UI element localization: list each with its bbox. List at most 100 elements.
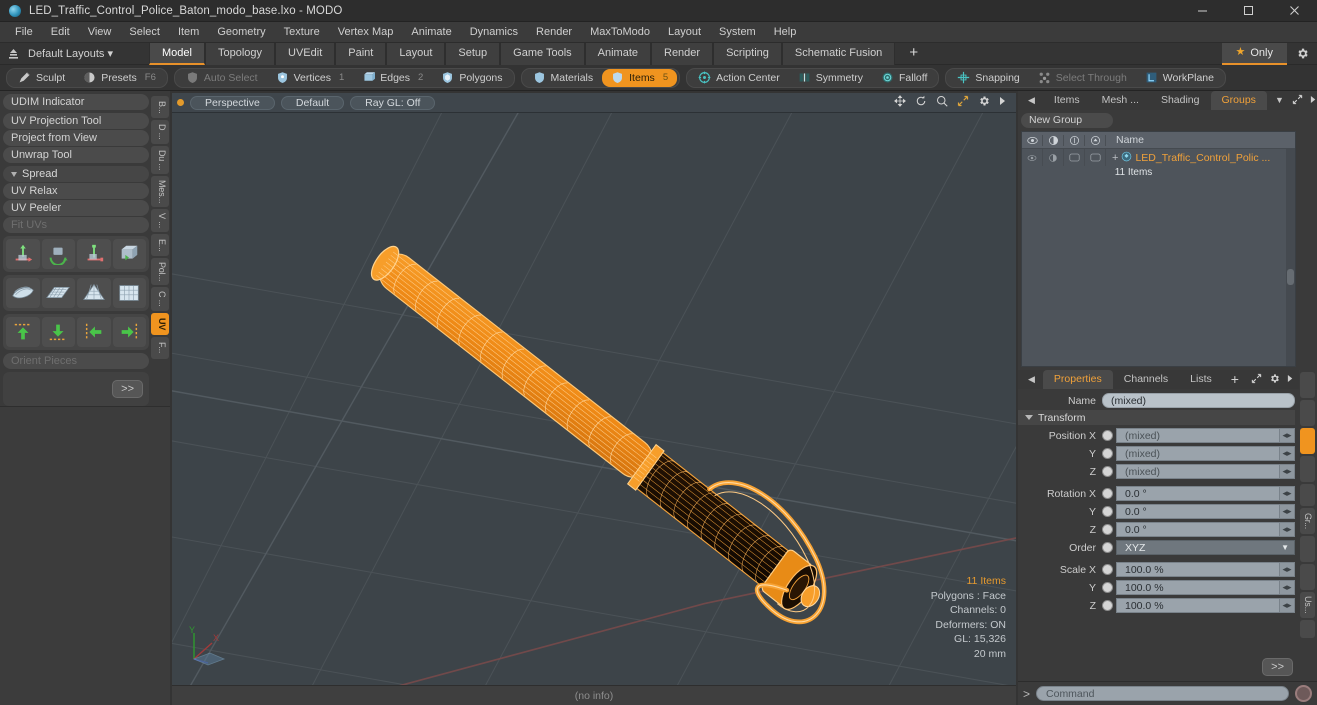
position-z-field[interactable]: (mixed) [1116, 464, 1280, 479]
zoom-icon[interactable] [936, 95, 948, 110]
layout-tab-render[interactable]: Render [651, 42, 714, 65]
right-vtab-1[interactable] [1300, 372, 1315, 398]
uv-relax-row[interactable]: UV Relax [3, 183, 149, 199]
left-vtab-mesh[interactable]: Mes... [151, 175, 169, 208]
tree-scrollbar[interactable] [1286, 149, 1295, 366]
tab-add-button[interactable]: + [1223, 370, 1247, 389]
scale-y-field[interactable]: 100.0 % [1116, 580, 1280, 595]
shade-icon[interactable] [1085, 134, 1106, 146]
only-toggle-button[interactable]: ★ Only [1221, 42, 1287, 65]
menu-animate[interactable]: Animate [402, 22, 460, 43]
sculpt-button[interactable]: Sculpt [9, 69, 74, 87]
row-lock-toggle[interactable] [1064, 149, 1085, 166]
scale-z-spinner[interactable]: ◂▸ [1280, 598, 1295, 613]
rotation-y-field[interactable]: 0.0 ° [1116, 504, 1280, 519]
auto-select-button[interactable]: Auto Select [177, 69, 267, 87]
scale-x-spinner[interactable]: ◂▸ [1280, 562, 1295, 577]
viewport-projection-button[interactable]: Perspective [190, 95, 275, 110]
position-x-field[interactable]: (mixed) [1116, 428, 1280, 443]
menu-select[interactable]: Select [120, 22, 169, 43]
menu-file[interactable]: File [6, 22, 42, 43]
scale-y-radio[interactable] [1102, 582, 1113, 593]
tab-properties[interactable]: Properties [1042, 370, 1113, 389]
scale-z-radio[interactable] [1102, 600, 1113, 611]
unwrap-tool-row[interactable]: Unwrap Tool [3, 147, 149, 163]
scale-z-field[interactable]: 100.0 % [1116, 598, 1280, 613]
table-row[interactable]: + LED_Traffic_Control_Polic ... [1022, 149, 1295, 166]
tree-scrollbar-thumb[interactable] [1287, 269, 1294, 285]
menu-vertex-map[interactable]: Vertex Map [329, 22, 403, 43]
right-vtab-3[interactable] [1300, 428, 1315, 454]
properties-tab-prev-icon[interactable]: ◀ [1020, 370, 1043, 389]
scale-x-radio[interactable] [1102, 564, 1113, 575]
right-vtab-7[interactable] [1300, 536, 1315, 562]
align-right-icon[interactable] [112, 317, 146, 347]
materials-button[interactable]: Materials [524, 69, 603, 87]
uv-projection-tool-row[interactable]: UV Projection Tool [3, 113, 149, 129]
menu-layout[interactable]: Layout [659, 22, 710, 43]
layout-up-icon[interactable] [0, 43, 26, 65]
viewport-3d-stage[interactable]: Y X 11 Items Polygons : Face Channels: 0… [172, 113, 1016, 685]
spread-section-header[interactable]: Spread [3, 166, 149, 182]
rotation-z-spinner[interactable]: ◂▸ [1280, 522, 1295, 537]
right-vtab-4[interactable] [1300, 456, 1315, 482]
uv-cone-map-icon[interactable] [77, 278, 111, 308]
groups-tab-menu-icon[interactable]: ▼ [1267, 91, 1292, 110]
layout-tab-setup[interactable]: Setup [445, 42, 501, 65]
lock-icon[interactable] [1064, 134, 1085, 146]
left-vtab-basic[interactable]: B... [151, 96, 169, 118]
polygons-button[interactable]: Polygons [432, 69, 511, 87]
vertices-button[interactable]: Vertices 1 [267, 69, 354, 87]
snapping-button[interactable]: Snapping [948, 69, 1028, 87]
select-through-button[interactable]: Select Through [1029, 69, 1136, 87]
pan-icon[interactable] [894, 95, 906, 110]
menu-help[interactable]: Help [765, 22, 806, 43]
left-vtab-curve[interactable]: C ... [151, 287, 169, 311]
presets-button[interactable]: Presets F6 [74, 69, 165, 87]
layout-tab-scripting[interactable]: Scripting [713, 42, 782, 65]
default-layouts-dropdown[interactable]: Default Layouts ▾ [26, 47, 123, 60]
visibility-icon[interactable] [1022, 134, 1043, 146]
left-vtab-vertex[interactable]: V ... [151, 209, 169, 233]
uv-move-icon[interactable] [6, 239, 40, 269]
project-from-view-row[interactable]: Project from View [3, 130, 149, 146]
position-x-radio[interactable] [1102, 430, 1113, 441]
workplane-button[interactable]: WorkPlane [1136, 69, 1223, 87]
menu-render[interactable]: Render [527, 22, 581, 43]
right-vtab-5[interactable] [1300, 484, 1315, 506]
scale-y-spinner[interactable]: ◂▸ [1280, 580, 1295, 595]
rotation-x-spinner[interactable]: ◂▸ [1280, 486, 1295, 501]
menu-maxtomodo[interactable]: MaxToModo [581, 22, 659, 43]
falloff-button[interactable]: Falloff [872, 69, 936, 87]
tab-shading[interactable]: Shading [1150, 91, 1211, 110]
uv-scale-icon[interactable] [77, 239, 111, 269]
rotate-icon[interactable] [915, 95, 927, 110]
right-vtab-8[interactable] [1300, 564, 1315, 590]
row-shade-toggle[interactable] [1085, 149, 1106, 166]
rotation-y-radio[interactable] [1102, 506, 1113, 517]
expander-icon[interactable]: + [1112, 152, 1118, 164]
action-center-button[interactable]: Action Center [689, 69, 789, 87]
menu-dynamics[interactable]: Dynamics [461, 22, 527, 43]
udim-indicator-row[interactable]: UDIM Indicator [3, 94, 149, 110]
left-vtab-fur[interactable]: F... [151, 336, 169, 359]
tab-groups[interactable]: Groups [1210, 91, 1267, 110]
gear-icon[interactable] [1287, 43, 1317, 65]
left-vtab-edge[interactable]: E... [151, 234, 169, 257]
right-vtab-groups[interactable]: Gr... [1300, 508, 1315, 534]
uv-grid-flat-icon[interactable] [41, 278, 75, 308]
rotation-y-spinner[interactable]: ◂▸ [1280, 504, 1295, 519]
menu-texture[interactable]: Texture [275, 22, 329, 43]
row-render-toggle[interactable] [1043, 149, 1064, 166]
layout-tab-schematic-fusion[interactable]: Schematic Fusion [781, 42, 896, 65]
left-vtab-uv[interactable]: UV [151, 312, 169, 335]
menu-item[interactable]: Item [169, 22, 208, 43]
menu-geometry[interactable]: Geometry [208, 22, 274, 43]
uv-box-map-icon[interactable] [112, 278, 146, 308]
render-icon[interactable] [1043, 134, 1064, 146]
layout-tab-uvedit[interactable]: UVEdit [275, 42, 336, 65]
tab-channels[interactable]: Channels [1113, 370, 1179, 389]
chevron-down-icon[interactable]: ▼ [1281, 543, 1289, 552]
layout-tab-layout[interactable]: Layout [386, 42, 446, 65]
order-radio[interactable] [1102, 542, 1113, 553]
